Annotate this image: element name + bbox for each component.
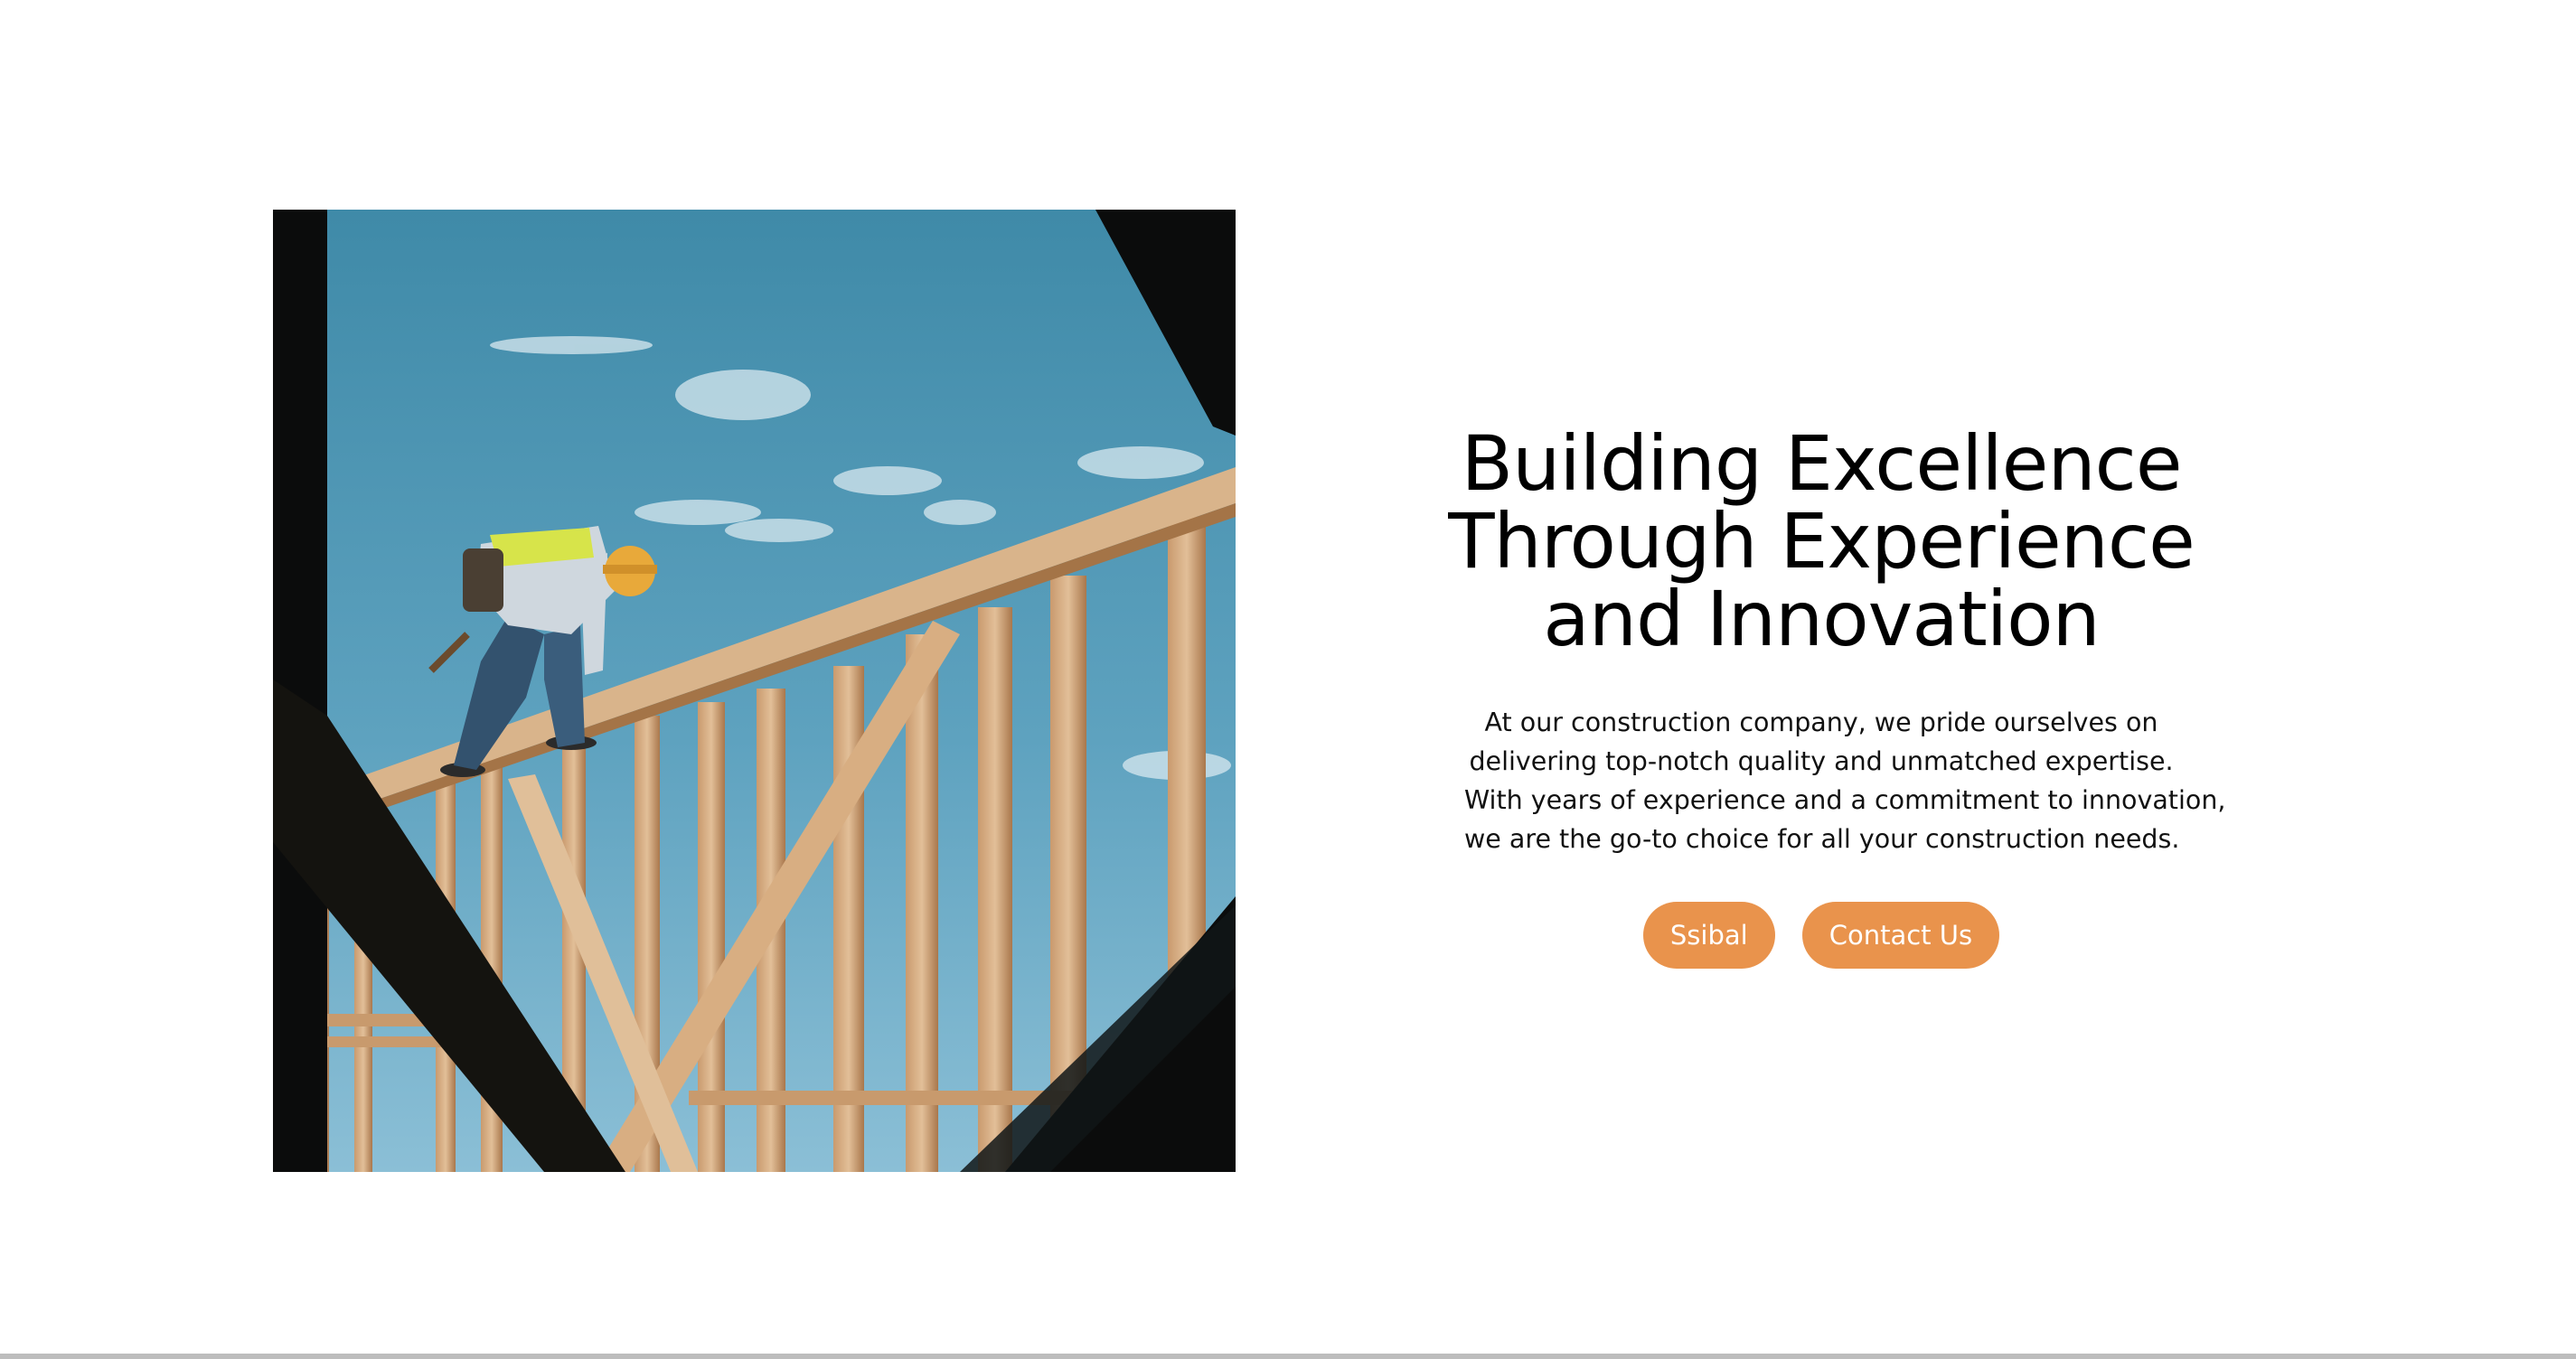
ssibal-button[interactable]: Ssibal — [1642, 902, 1775, 969]
description-line-3: With years of experience and a commitmen… — [1464, 785, 2226, 815]
description-line-1: At our construction company, we pride ou… — [1484, 708, 2158, 737]
hero-content: Building Excellence Through Experience a… — [1392, 425, 2251, 969]
page: Building Excellence Through Experience a… — [0, 0, 2576, 1359]
hero-description: At our construction company, we pride ou… — [1464, 703, 2226, 858]
description-line-2: delivering top-notch quality and unmatch… — [1469, 746, 2174, 776]
bottom-divider — [0, 1354, 2576, 1359]
description-line-4: we are the go-to choice for all your con… — [1464, 824, 2180, 854]
headline-line-1: Building Excellence — [1461, 419, 2182, 508]
headline-line-2: Through Experience — [1448, 497, 2195, 586]
hero-headline: Building Excellence Through Experience a… — [1392, 425, 2251, 658]
headline-line-3: and Innovation — [1543, 575, 2100, 663]
contact-us-button[interactable]: Contact Us — [1801, 902, 2000, 969]
hero-photo — [273, 210, 1236, 1172]
hero-buttons: Ssibal Contact Us — [1392, 902, 2251, 969]
